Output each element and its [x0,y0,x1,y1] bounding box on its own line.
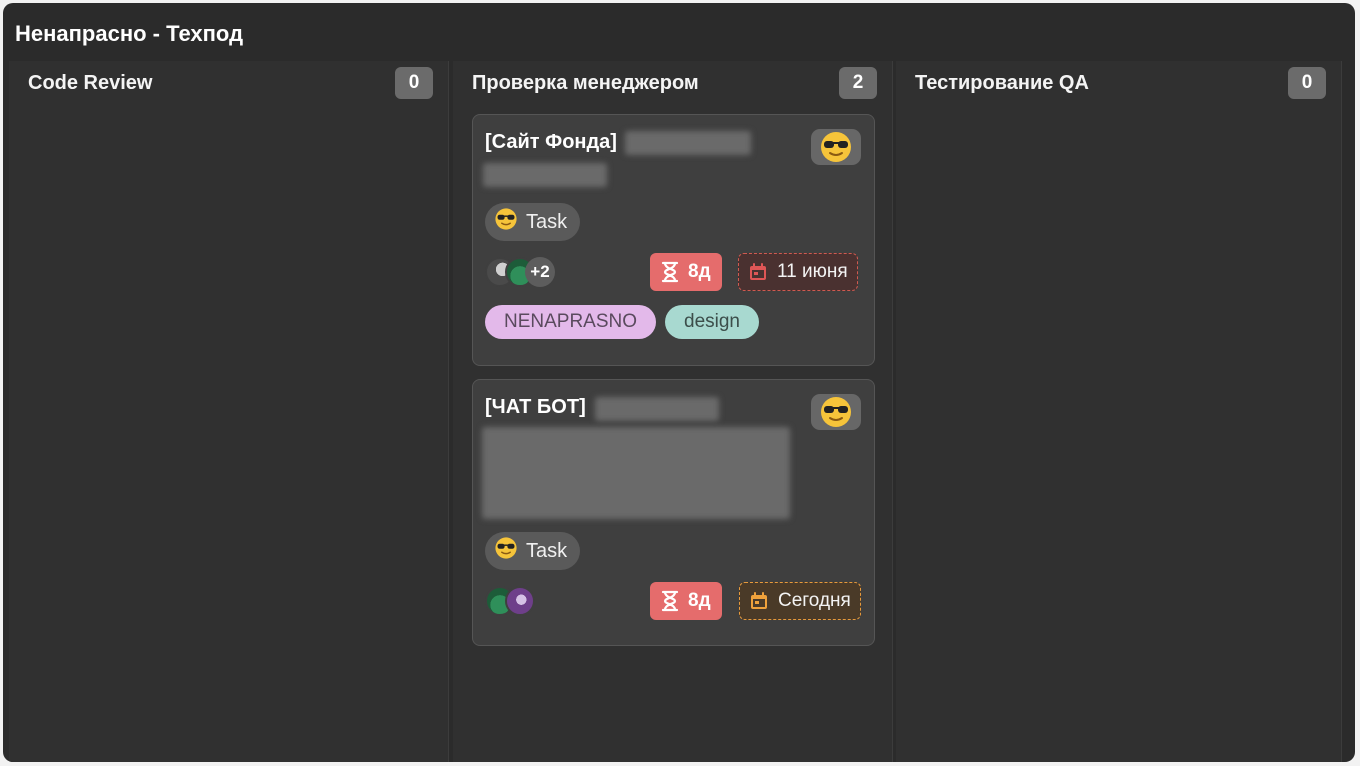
task-type-chip[interactable]: Task [485,203,581,241]
column-header[interactable]: Code Review 0 [9,61,448,105]
tag-nenaprasno[interactable]: NENAPRASNO [485,305,657,339]
column-count-badge: 0 [395,67,433,99]
column-qa-testing: Тестирование QA 0 [896,61,1342,762]
card-title-redacted [595,397,719,421]
kanban-board: Ненапрасно - Техпод Code Review 0 Провер… [3,3,1355,762]
calendar-icon [750,263,766,280]
column-count-badge: 0 [1288,67,1326,99]
assignee-avatars[interactable] [485,584,535,618]
due-date-value: 11 июня [777,261,848,282]
tag-design[interactable]: design [665,305,759,339]
card-title-redacted [482,427,790,519]
assignee-avatars[interactable]: +2 [485,255,555,289]
column-code-review: Code Review 0 [9,61,449,762]
card-title-redacted [483,163,607,187]
more-assignees-count: +2 [525,257,555,287]
task-type-chip[interactable]: Task [485,532,581,570]
card-title: [ЧАТ БОТ] [485,396,586,419]
card-title-prefix: [ЧАТ БОТ] [485,396,586,418]
column-title: Code Review [28,72,153,94]
card-title-prefix: [Сайт Фонда] [485,131,617,153]
task-type-label: Task [526,210,568,233]
sunglasses-emoji-icon [494,536,518,566]
column-count-badge: 2 [839,67,877,99]
sunglasses-emoji-icon[interactable] [811,394,861,430]
column-title: Проверка менеджером [472,72,699,94]
hourglass-icon [661,590,679,612]
avatar [505,586,535,616]
column-title: Тестирование QA [915,72,1089,94]
column-header[interactable]: Проверка менеджером 2 [453,61,892,105]
calendar-icon [751,592,767,609]
sunglasses-emoji-icon[interactable] [811,129,861,165]
task-type-label: Task [526,539,568,562]
due-date-badge[interactable]: Сегодня [739,582,861,620]
task-card[interactable]: [ЧАТ БОТ] Task 8д Сегодня [472,379,875,646]
duration-value: 8д [688,261,711,282]
sunglasses-emoji-icon [494,207,518,237]
task-card[interactable]: [Сайт Фонда] Task +2 8д 11 июня NENAPRAS… [472,114,875,366]
column-manager-review: Проверка менеджером 2 [Сайт Фонда] Task … [453,61,893,762]
duration-badge: 8д [650,253,722,291]
card-title: [Сайт Фонда] [485,131,617,154]
column-header[interactable]: Тестирование QA 0 [896,61,1341,105]
duration-value: 8д [688,590,711,611]
duration-badge: 8д [650,582,722,620]
due-date-badge[interactable]: 11 июня [738,253,858,291]
due-date-value: Сегодня [778,590,851,611]
hourglass-icon [661,261,679,283]
card-title-redacted [625,131,751,155]
board-title: Ненапрасно - Техпод [15,21,244,46]
